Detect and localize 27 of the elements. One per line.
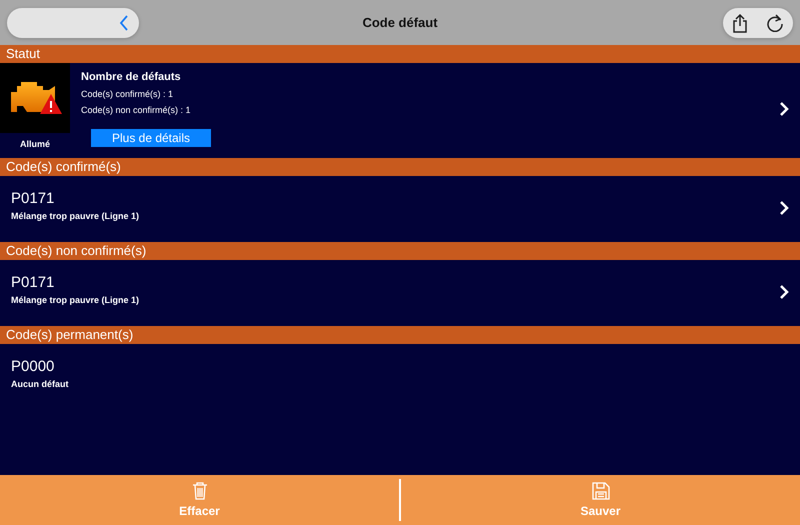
engine-warning-icon [0, 63, 70, 133]
save-icon [592, 482, 610, 500]
clear-button[interactable]: Effacer [0, 475, 399, 525]
fault-description: Aucun défaut [11, 379, 70, 389]
section-header: Code(s) confirmé(s) [0, 158, 800, 176]
refresh-icon[interactable] [766, 14, 784, 32]
fault-description: Mélange trop pauvre (Ligne 1) [11, 211, 140, 221]
chevron-icon[interactable] [778, 200, 790, 216]
chevron-icon[interactable] [778, 101, 790, 117]
fault-count-line: Code(s) confirmé(s) : 1 [81, 89, 174, 99]
save-button[interactable]: Sauver [401, 475, 800, 525]
details-button[interactable]: Plus de détails [91, 129, 211, 147]
fault-count-heading: Nombre de défauts [81, 71, 182, 83]
section-header: Statut [0, 45, 800, 63]
fault-code: P0171 [11, 190, 56, 207]
share-icon[interactable] [732, 12, 748, 32]
section-header: Code(s) permanent(s) [0, 326, 800, 344]
window-title: Code défaut [362, 15, 438, 30]
fault-code: P0000 [11, 358, 56, 375]
chevron-icon[interactable] [778, 284, 790, 300]
fault-count-line: Code(s) non confirmé(s) : 1 [81, 105, 192, 115]
section-header: Code(s) non confirmé(s) [0, 242, 800, 260]
lamp-status: Allumé [20, 139, 50, 149]
trash-icon [192, 482, 208, 500]
fault-description: Mélange trop pauvre (Ligne 1) [11, 295, 140, 305]
back-icon[interactable] [119, 14, 129, 30]
fault-code: P0171 [11, 274, 56, 291]
